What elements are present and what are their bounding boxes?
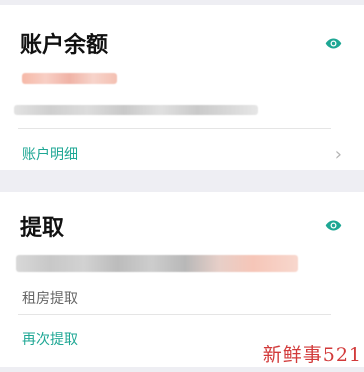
divider [18, 314, 331, 315]
eye-icon[interactable] [325, 35, 342, 52]
withdraw-type-label: 租房提取 [22, 291, 78, 307]
withdraw-again-link[interactable]: 再次提取 [22, 329, 78, 349]
redacted-balance-info [14, 105, 258, 115]
balance-title: 账户余额 [20, 33, 109, 58]
withdraw-title: 提取 [20, 216, 65, 241]
watermark-text: 新鲜事521 [262, 344, 362, 366]
divider [18, 128, 331, 129]
account-balance-card: 账户余额 账户明细 › [0, 5, 364, 170]
redacted-balance-amount [22, 73, 117, 84]
account-details-link[interactable]: 账户明细 [22, 144, 78, 164]
redacted-withdraw-info [16, 255, 298, 272]
chevron-right-icon[interactable]: › [335, 146, 342, 164]
eye-icon[interactable] [325, 217, 342, 234]
